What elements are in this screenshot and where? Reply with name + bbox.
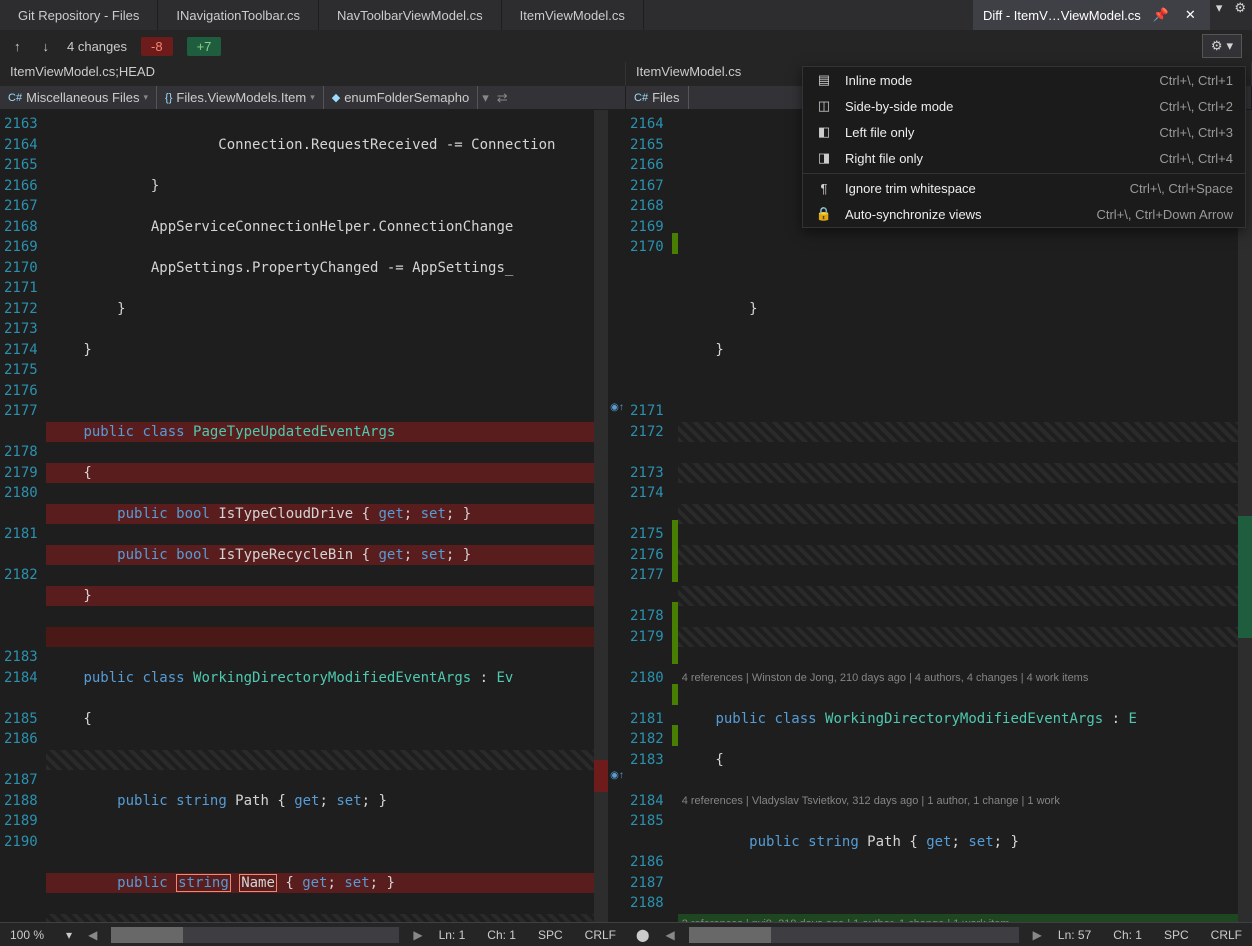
left-editor-pane[interactable]: 2163216421652166216721682169 21702171217… bbox=[0, 110, 626, 922]
indent-indicator[interactable]: SPC bbox=[528, 928, 573, 942]
codelens[interactable]: 4 references | Vladyslav Tsvietkov, 312 … bbox=[678, 791, 1238, 812]
whitespace-icon: ¶ bbox=[815, 181, 833, 196]
status-bar-row: 100 % ▾ ◀ ▶ Ln: 1 Ch: 1 SPC CRLF ⬤ ◀ ▶ L… bbox=[0, 922, 1252, 946]
tab-dropdown-icon[interactable]: ▾ bbox=[1210, 0, 1229, 30]
split-icon: ◫ bbox=[815, 98, 833, 114]
breadcrumb-member[interactable]: ◆ enumFolderSemapho bbox=[324, 86, 479, 109]
left-glyph-margin: ◉↑ ◉↑ bbox=[608, 110, 626, 922]
breadcrumb-files[interactable]: C# Files bbox=[626, 86, 689, 109]
left-pane-icon: ◧ bbox=[815, 124, 833, 140]
tab-itemvm[interactable]: ItemViewModel.cs bbox=[502, 0, 644, 30]
right-code[interactable]: } } 4 references | Winston de Jong, 210 … bbox=[678, 110, 1238, 922]
h-scrollbar[interactable] bbox=[111, 927, 399, 943]
breadcrumb-misc-files[interactable]: C# Miscellaneous Files ▾ bbox=[0, 86, 157, 109]
field-icon: ◆ bbox=[332, 91, 340, 104]
zoom-level[interactable]: 100 % bbox=[0, 928, 54, 942]
right-editor-pane[interactable]: 2164216521662167216821692170 21712172 21… bbox=[626, 110, 1252, 922]
right-pane-icon: ◨ bbox=[815, 150, 833, 166]
right-minimap[interactable] bbox=[1238, 110, 1252, 922]
lock-icon: 🔒 bbox=[815, 206, 833, 222]
h-scrollbar[interactable] bbox=[689, 927, 1019, 943]
chevron-down-icon: ▾ bbox=[144, 92, 149, 103]
tab-git-repo[interactable]: Git Repository - Files bbox=[0, 0, 158, 30]
csharp-icon: C# bbox=[634, 92, 648, 104]
left-code[interactable]: Connection.RequestReceived -= Connection… bbox=[46, 110, 594, 922]
feedback-icon[interactable]: ⬤ bbox=[626, 928, 659, 942]
right-gutter: 2164216521662167216821692170 21712172 21… bbox=[626, 110, 672, 922]
gear-icon: ⚙ bbox=[1211, 38, 1223, 54]
swap-icon[interactable]: ⇄ bbox=[493, 90, 512, 106]
menu-left-only[interactable]: ◧ Left file only Ctrl+\, Ctrl+3 bbox=[803, 119, 1245, 145]
tab-gear-icon[interactable]: ⚙ bbox=[1228, 0, 1252, 30]
tab-navtoolbar[interactable]: NavToolbarViewModel.cs bbox=[319, 0, 502, 30]
menu-side-by-side[interactable]: ◫ Side-by-side mode Ctrl+\, Ctrl+2 bbox=[803, 93, 1245, 119]
diff-settings-button[interactable]: ⚙ ▾ bbox=[1202, 34, 1242, 58]
codelens[interactable]: 2 references | nvi9, 219 days ago | 1 au… bbox=[678, 914, 1238, 923]
scroll-left-icon[interactable]: ◀ bbox=[661, 928, 678, 942]
close-icon[interactable]: ✕ bbox=[1181, 7, 1200, 23]
chevron-down-icon[interactable]: ▾ bbox=[56, 928, 82, 942]
status-bar-left: 100 % ▾ ◀ ▶ Ln: 1 Ch: 1 SPC CRLF bbox=[0, 922, 626, 946]
line-indicator[interactable]: Ln: 57 bbox=[1048, 928, 1101, 942]
codelens[interactable]: 4 references | Winston de Jong, 210 days… bbox=[678, 668, 1238, 689]
added-badge: +7 bbox=[187, 37, 222, 56]
indent-indicator[interactable]: SPC bbox=[1154, 928, 1199, 942]
tab-inav[interactable]: INavigationToolbar.cs bbox=[158, 0, 319, 30]
next-change-icon[interactable]: ↓ bbox=[39, 37, 54, 56]
menu-auto-sync[interactable]: 🔒 Auto-synchronize views Ctrl+\, Ctrl+Do… bbox=[803, 201, 1245, 227]
changes-count: 4 changes bbox=[67, 39, 127, 54]
scroll-right-icon[interactable]: ▶ bbox=[409, 928, 426, 942]
prev-change-icon[interactable]: ↑ bbox=[10, 37, 25, 56]
deleted-badge: -8 bbox=[141, 37, 173, 56]
chevron-down-icon: ▾ bbox=[1226, 38, 1233, 54]
scroll-right-icon[interactable]: ▶ bbox=[1029, 928, 1046, 942]
align-arrow-icon[interactable]: ◉↑ bbox=[608, 397, 626, 418]
inline-icon: ▤ bbox=[815, 72, 833, 88]
align-arrow-icon[interactable]: ◉↑ bbox=[608, 766, 626, 787]
chevron-down-icon[interactable]: ▾ bbox=[478, 90, 493, 106]
menu-separator bbox=[803, 173, 1245, 174]
diff-view-menu: ▤ Inline mode Ctrl+\, Ctrl+1 ◫ Side-by-s… bbox=[802, 66, 1246, 228]
scroll-left-icon[interactable]: ◀ bbox=[84, 928, 101, 942]
csharp-icon: C# bbox=[8, 92, 22, 104]
status-bar-right: ⬤ ◀ ▶ Ln: 57 Ch: 1 SPC CRLF bbox=[626, 922, 1252, 946]
tab-diff-label: Diff - ItemV…ViewModel.cs bbox=[983, 8, 1141, 23]
diff-editor: 2163216421652166216721682169 21702171217… bbox=[0, 110, 1252, 922]
eol-indicator[interactable]: CRLF bbox=[575, 928, 626, 942]
left-minimap[interactable] bbox=[594, 110, 608, 922]
menu-ignore-whitespace[interactable]: ¶ Ignore trim whitespace Ctrl+\, Ctrl+Sp… bbox=[803, 176, 1245, 201]
tab-diff-active[interactable]: Diff - ItemV…ViewModel.cs 📌 ✕ bbox=[973, 0, 1210, 30]
menu-inline-mode[interactable]: ▤ Inline mode Ctrl+\, Ctrl+1 bbox=[803, 67, 1245, 93]
tab-bar: Git Repository - Files INavigationToolba… bbox=[0, 0, 1252, 30]
col-indicator[interactable]: Ch: 1 bbox=[477, 928, 526, 942]
left-gutter: 2163216421652166216721682169 21702171217… bbox=[0, 110, 46, 922]
diff-toolbar: ↑ ↓ 4 changes -8 +7 ⚙ ▾ bbox=[0, 30, 1252, 62]
namespace-icon: {} bbox=[165, 92, 172, 104]
line-indicator[interactable]: Ln: 1 bbox=[429, 928, 476, 942]
breadcrumb-left: C# Miscellaneous Files ▾ {} Files.ViewMo… bbox=[0, 86, 626, 109]
left-file-path: ItemViewModel.cs;HEAD bbox=[0, 62, 626, 86]
col-indicator[interactable]: Ch: 1 bbox=[1103, 928, 1152, 942]
eol-indicator[interactable]: CRLF bbox=[1201, 928, 1252, 942]
chevron-down-icon: ▾ bbox=[310, 92, 315, 103]
pin-icon[interactable]: 📌 bbox=[1149, 7, 1173, 23]
menu-right-only[interactable]: ◨ Right file only Ctrl+\, Ctrl+4 bbox=[803, 145, 1245, 171]
breadcrumb-namespace[interactable]: {} Files.ViewModels.Item ▾ bbox=[157, 86, 324, 109]
